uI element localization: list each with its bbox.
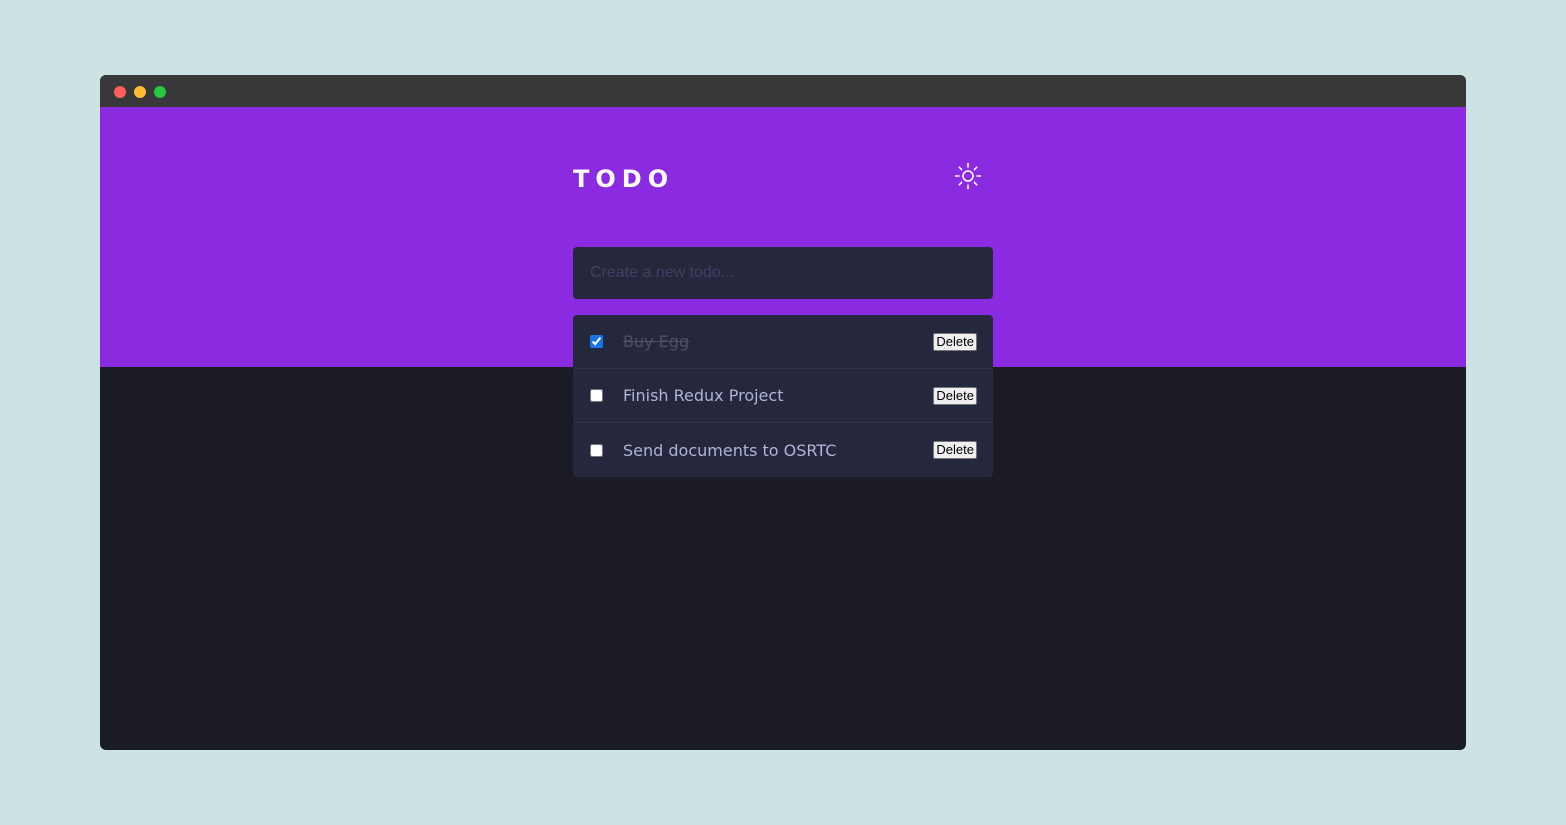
window-titlebar bbox=[100, 75, 1466, 107]
app-title: TODO bbox=[573, 165, 675, 193]
todo-checkbox[interactable] bbox=[590, 335, 603, 348]
sun-icon bbox=[954, 162, 982, 190]
delete-button[interactable]: Delete bbox=[933, 332, 977, 351]
app-content: TODO Buy Egg bbox=[100, 107, 1466, 750]
theme-toggle-button[interactable] bbox=[953, 161, 983, 191]
close-window-button[interactable] bbox=[114, 86, 126, 98]
browser-window: TODO Buy Egg bbox=[100, 75, 1466, 750]
todo-text: Send documents to OSRTC bbox=[623, 440, 837, 460]
new-todo-input[interactable] bbox=[573, 247, 993, 299]
todo-item: Buy Egg Delete bbox=[573, 315, 993, 369]
minimize-window-button[interactable] bbox=[134, 86, 146, 98]
todo-list: Buy Egg Delete Finish Redux Project Dele… bbox=[573, 315, 993, 477]
todo-item: Finish Redux Project Delete bbox=[573, 369, 993, 423]
todo-item: Send documents to OSRTC Delete bbox=[573, 423, 993, 477]
todo-text: Buy Egg bbox=[623, 332, 690, 351]
todo-text: Finish Redux Project bbox=[623, 386, 784, 405]
todo-checkbox[interactable] bbox=[590, 389, 603, 402]
new-todo-box bbox=[573, 247, 993, 299]
delete-button[interactable]: Delete bbox=[933, 441, 977, 459]
maximize-window-button[interactable] bbox=[154, 86, 166, 98]
delete-button[interactable]: Delete bbox=[933, 386, 977, 405]
todo-checkbox[interactable] bbox=[590, 443, 603, 457]
